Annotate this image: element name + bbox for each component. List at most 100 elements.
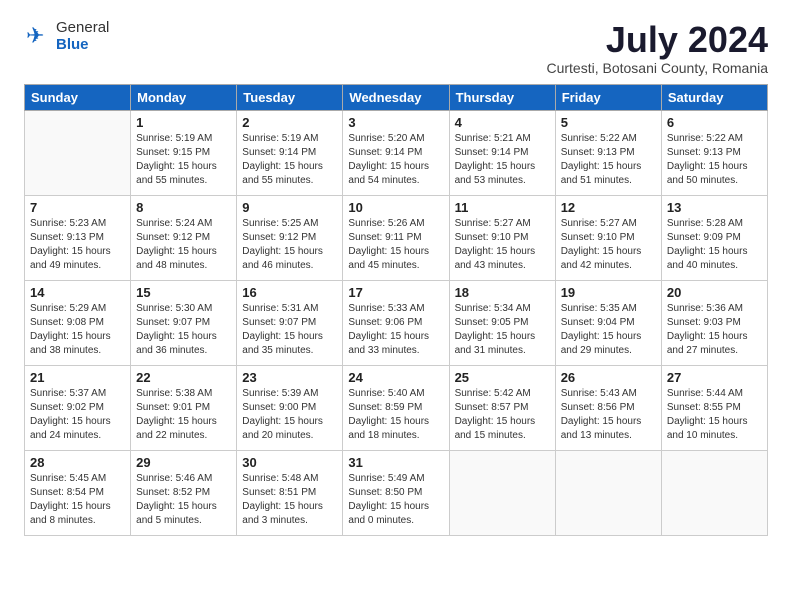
day-number: 15	[136, 285, 231, 300]
day-info: Sunrise: 5:49 AM Sunset: 8:50 PM Dayligh…	[348, 472, 443, 528]
day-number: 12	[561, 200, 656, 215]
calendar-table: SundayMondayTuesdayWednesdayThursdayFrid…	[24, 84, 768, 536]
calendar-cell: 30 Sunrise: 5:48 AM Sunset: 8:51 PM Dayli…	[237, 450, 343, 535]
day-info: Sunrise: 5:43 AM Sunset: 8:56 PM Dayligh…	[561, 387, 656, 443]
day-info: Sunrise: 5:35 AM Sunset: 9:04 PM Dayligh…	[561, 302, 656, 358]
day-number: 21	[30, 370, 125, 385]
calendar-cell: 5 Sunrise: 5:22 AM Sunset: 9:13 PM Daylig…	[555, 110, 661, 195]
day-number: 29	[136, 455, 231, 470]
day-info: Sunrise: 5:22 AM Sunset: 9:13 PM Dayligh…	[561, 132, 656, 188]
day-number: 22	[136, 370, 231, 385]
day-number: 13	[667, 200, 762, 215]
calendar-week-row: 28 Sunrise: 5:45 AM Sunset: 8:54 PM Dayli…	[25, 450, 768, 535]
calendar-cell	[555, 450, 661, 535]
day-number: 28	[30, 455, 125, 470]
day-number: 31	[348, 455, 443, 470]
calendar-cell: 18Sunrise: 5:34 AM Sunset: 9:05 PM Dayli…	[449, 280, 555, 365]
calendar-cell: 23Sunrise: 5:39 AM Sunset: 9:00 PM Dayli…	[237, 365, 343, 450]
day-number: 24	[348, 370, 443, 385]
day-info: Sunrise: 5:25 AM Sunset: 9:12 PM Dayligh…	[242, 217, 337, 273]
day-number: 5	[561, 115, 656, 130]
day-info: Sunrise: 5:44 AM Sunset: 8:55 PM Dayligh…	[667, 387, 762, 443]
day-number: 26	[561, 370, 656, 385]
calendar-cell: 27Sunrise: 5:44 AM Sunset: 8:55 PM Dayli…	[661, 365, 767, 450]
day-number: 30	[242, 455, 337, 470]
day-info: Sunrise: 5:27 AM Sunset: 9:10 PM Dayligh…	[561, 217, 656, 273]
day-number: 10	[348, 200, 443, 215]
calendar-cell: 25Sunrise: 5:42 AM Sunset: 8:57 PM Dayli…	[449, 365, 555, 450]
logo-blue: Blue	[56, 37, 109, 54]
calendar-cell: 2Sunrise: 5:19 AM Sunset: 9:14 PM Daylig…	[237, 110, 343, 195]
day-number: 1	[136, 115, 231, 130]
calendar-cell: 31 Sunrise: 5:49 AM Sunset: 8:50 PM Dayli…	[343, 450, 449, 535]
calendar-cell: 1 Sunrise: 5:19 AM Sunset: 9:15 PM Daylig…	[131, 110, 237, 195]
calendar-cell	[661, 450, 767, 535]
calendar-cell: 7 Sunrise: 5:23 AM Sunset: 9:13 PM Daylig…	[25, 195, 131, 280]
calendar-cell: 13 Sunrise: 5:28 AM Sunset: 9:09 PM Dayli…	[661, 195, 767, 280]
day-info: Sunrise: 5:45 AM Sunset: 8:54 PM Dayligh…	[30, 472, 125, 528]
day-info: Sunrise: 5:39 AM Sunset: 9:00 PM Dayligh…	[242, 387, 337, 443]
day-info: Sunrise: 5:31 AM Sunset: 9:07 PM Dayligh…	[242, 302, 337, 358]
calendar-header-thursday: Thursday	[449, 84, 555, 110]
calendar-header-wednesday: Wednesday	[343, 84, 449, 110]
day-number: 2	[242, 115, 337, 130]
day-number: 9	[242, 200, 337, 215]
calendar-header-tuesday: Tuesday	[237, 84, 343, 110]
calendar-cell: 11Sunrise: 5:27 AM Sunset: 9:10 PM Dayli…	[449, 195, 555, 280]
day-info: Sunrise: 5:30 AM Sunset: 9:07 PM Dayligh…	[136, 302, 231, 358]
calendar-cell: 20 Sunrise: 5:36 AM Sunset: 9:03 PM Dayli…	[661, 280, 767, 365]
calendar-cell: 21Sunrise: 5:37 AM Sunset: 9:02 PM Dayli…	[25, 365, 131, 450]
day-info: Sunrise: 5:28 AM Sunset: 9:09 PM Dayligh…	[667, 217, 762, 273]
day-info: Sunrise: 5:21 AM Sunset: 9:14 PM Dayligh…	[455, 132, 550, 188]
day-info: Sunrise: 5:26 AM Sunset: 9:11 PM Dayligh…	[348, 217, 443, 273]
day-number: 7	[30, 200, 125, 215]
calendar-cell: 29 Sunrise: 5:46 AM Sunset: 8:52 PM Dayli…	[131, 450, 237, 535]
calendar-cell: 26 Sunrise: 5:43 AM Sunset: 8:56 PM Dayli…	[555, 365, 661, 450]
calendar-cell: 28 Sunrise: 5:45 AM Sunset: 8:54 PM Dayli…	[25, 450, 131, 535]
day-info: Sunrise: 5:27 AM Sunset: 9:10 PM Dayligh…	[455, 217, 550, 273]
calendar-cell: 19 Sunrise: 5:35 AM Sunset: 9:04 PM Dayli…	[555, 280, 661, 365]
day-info: Sunrise: 5:36 AM Sunset: 9:03 PM Dayligh…	[667, 302, 762, 358]
day-info: Sunrise: 5:48 AM Sunset: 8:51 PM Dayligh…	[242, 472, 337, 528]
day-info: Sunrise: 5:22 AM Sunset: 9:13 PM Dayligh…	[667, 132, 762, 188]
title-area: July 2024 Curtesti, Botosani County, Rom…	[546, 20, 768, 76]
day-number: 16	[242, 285, 337, 300]
day-number: 8	[136, 200, 231, 215]
svg-text:✈: ✈	[26, 23, 44, 48]
day-info: Sunrise: 5:29 AM Sunset: 9:08 PM Dayligh…	[30, 302, 125, 358]
calendar-cell: 16 Sunrise: 5:31 AM Sunset: 9:07 PM Dayli…	[237, 280, 343, 365]
calendar-cell: 9 Sunrise: 5:25 AM Sunset: 9:12 PM Daylig…	[237, 195, 343, 280]
logo-general: General	[56, 20, 109, 37]
day-info: Sunrise: 5:20 AM Sunset: 9:14 PM Dayligh…	[348, 132, 443, 188]
calendar-header-friday: Friday	[555, 84, 661, 110]
calendar-cell: 4 Sunrise: 5:21 AM Sunset: 9:14 PM Daylig…	[449, 110, 555, 195]
calendar-cell: 8 Sunrise: 5:24 AM Sunset: 9:12 PM Daylig…	[131, 195, 237, 280]
logo-icon: ✈	[24, 23, 52, 51]
day-info: Sunrise: 5:24 AM Sunset: 9:12 PM Dayligh…	[136, 217, 231, 273]
calendar-header-saturday: Saturday	[661, 84, 767, 110]
calendar-week-row: 21Sunrise: 5:37 AM Sunset: 9:02 PM Dayli…	[25, 365, 768, 450]
month-title: July 2024	[546, 20, 768, 60]
day-number: 6	[667, 115, 762, 130]
day-number: 17	[348, 285, 443, 300]
day-info: Sunrise: 5:23 AM Sunset: 9:13 PM Dayligh…	[30, 217, 125, 273]
calendar-week-row: 1 Sunrise: 5:19 AM Sunset: 9:15 PM Daylig…	[25, 110, 768, 195]
calendar-cell: 14Sunrise: 5:29 AM Sunset: 9:08 PM Dayli…	[25, 280, 131, 365]
day-number: 20	[667, 285, 762, 300]
day-info: Sunrise: 5:33 AM Sunset: 9:06 PM Dayligh…	[348, 302, 443, 358]
calendar-cell: 17 Sunrise: 5:33 AM Sunset: 9:06 PM Dayli…	[343, 280, 449, 365]
day-info: Sunrise: 5:42 AM Sunset: 8:57 PM Dayligh…	[455, 387, 550, 443]
calendar-header-monday: Monday	[131, 84, 237, 110]
calendar-cell: 3Sunrise: 5:20 AM Sunset: 9:14 PM Daylig…	[343, 110, 449, 195]
day-number: 19	[561, 285, 656, 300]
day-info: Sunrise: 5:46 AM Sunset: 8:52 PM Dayligh…	[136, 472, 231, 528]
day-number: 4	[455, 115, 550, 130]
day-info: Sunrise: 5:19 AM Sunset: 9:15 PM Dayligh…	[136, 132, 231, 188]
calendar-cell	[449, 450, 555, 535]
calendar-week-row: 14Sunrise: 5:29 AM Sunset: 9:08 PM Dayli…	[25, 280, 768, 365]
day-info: Sunrise: 5:40 AM Sunset: 8:59 PM Dayligh…	[348, 387, 443, 443]
calendar-header-sunday: Sunday	[25, 84, 131, 110]
calendar-cell: 15 Sunrise: 5:30 AM Sunset: 9:07 PM Dayli…	[131, 280, 237, 365]
day-info: Sunrise: 5:38 AM Sunset: 9:01 PM Dayligh…	[136, 387, 231, 443]
day-info: Sunrise: 5:34 AM Sunset: 9:05 PM Dayligh…	[455, 302, 550, 358]
